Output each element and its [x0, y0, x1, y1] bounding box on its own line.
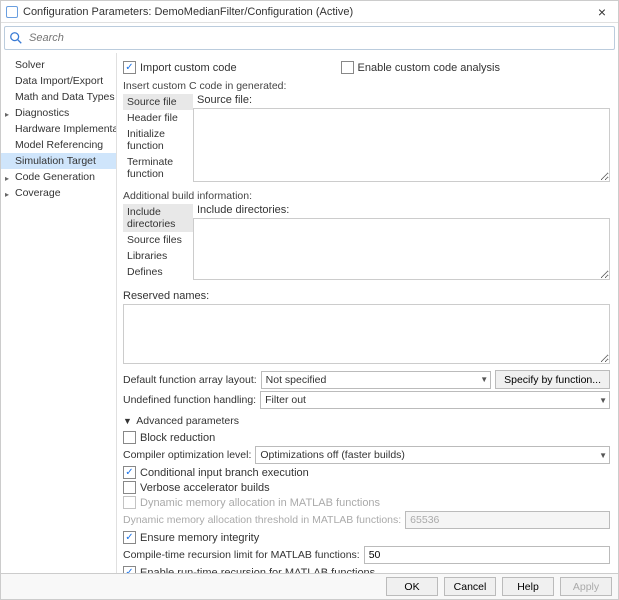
chevron-right-icon[interactable]: ▸	[5, 172, 9, 186]
nav-tree: Solver Data Import/Export Math and Data …	[1, 53, 117, 573]
help-button[interactable]: Help	[502, 577, 554, 596]
footer: OK Cancel Help Apply	[1, 573, 618, 599]
build-tabs: Include directories Source files Librari…	[123, 204, 193, 280]
nav-solver[interactable]: Solver	[1, 57, 116, 73]
default-fn-array-layout-label: Default function array layout:	[123, 374, 257, 386]
verbose-accel-checkbox[interactable]	[123, 481, 136, 494]
enable-runtime-recursion-checkbox[interactable]	[123, 566, 136, 573]
conditional-input-branch-checkbox[interactable]	[123, 466, 136, 479]
build-tab-source-files[interactable]: Source files	[123, 232, 193, 248]
chevron-down-icon: ▼	[599, 451, 607, 460]
nav-math-data-types[interactable]: Math and Data Types	[1, 89, 116, 105]
specify-by-function-button[interactable]: Specify by function...	[495, 370, 610, 389]
genc-tab-terminate-function[interactable]: Terminate function	[123, 154, 193, 182]
nav-hardware-impl[interactable]: Hardware Implementation	[1, 121, 116, 137]
chevron-down-icon: ▼	[123, 416, 132, 426]
cancel-button[interactable]: Cancel	[444, 577, 496, 596]
import-custom-code-label: Import custom code	[140, 62, 237, 74]
genc-source-file-textarea[interactable]	[193, 108, 610, 182]
insert-c-code-heading: Insert custom C code in generated:	[123, 80, 610, 92]
build-include-directories-textarea[interactable]	[193, 218, 610, 280]
build-heading: Additional build information:	[123, 190, 610, 202]
genc-field-label: Source file:	[197, 94, 610, 106]
dyn-mem-threshold-label: Dynamic memory allocation threshold in M…	[123, 514, 401, 526]
build-tab-libraries[interactable]: Libraries	[123, 248, 193, 264]
build-tab-defines[interactable]: Defines	[123, 264, 193, 280]
reserved-names-textarea[interactable]	[123, 304, 610, 364]
compiler-opt-select[interactable]: Optimizations off (faster builds)▼	[255, 446, 610, 464]
genc-tabs: Source file Header file Initialize funct…	[123, 94, 193, 182]
nav-code-generation[interactable]: ▸Code Generation	[1, 169, 116, 185]
genc-tab-source-file[interactable]: Source file	[123, 94, 193, 110]
chevron-down-icon: ▼	[599, 396, 607, 405]
default-fn-array-layout-select[interactable]: Not specified▼	[261, 371, 491, 389]
ensure-mem-integrity-checkbox[interactable]	[123, 531, 136, 544]
nav-data-import-export[interactable]: Data Import/Export	[1, 73, 116, 89]
conditional-input-branch-label: Conditional input branch execution	[140, 467, 309, 479]
compiler-opt-label: Compiler optimization level:	[123, 449, 251, 461]
build-tab-include-directories[interactable]: Include directories	[123, 204, 193, 232]
nav-simulation-target[interactable]: Simulation Target	[1, 153, 116, 169]
compile-time-recursion-input[interactable]	[364, 546, 610, 564]
ok-button[interactable]: OK	[386, 577, 438, 596]
import-custom-code-checkbox[interactable]	[123, 61, 136, 74]
block-reduction-checkbox[interactable]	[123, 431, 136, 444]
block-reduction-label: Block reduction	[140, 432, 215, 444]
reserved-names-label: Reserved names:	[123, 290, 209, 302]
enable-custom-code-analysis-checkbox[interactable]	[341, 61, 354, 74]
titlebar[interactable]: Configuration Parameters: DemoMedianFilt…	[1, 1, 618, 23]
close-icon[interactable]: ×	[590, 3, 614, 21]
apply-button[interactable]: Apply	[560, 577, 612, 596]
chevron-right-icon[interactable]: ▸	[5, 108, 9, 122]
content-pane: Import custom code Enable custom code an…	[117, 53, 618, 573]
search-icon	[9, 31, 23, 45]
window-title: Configuration Parameters: DemoMedianFilt…	[23, 6, 590, 18]
advanced-parameters-toggle[interactable]: ▼ Advanced parameters	[123, 415, 610, 427]
chevron-down-icon: ▼	[480, 375, 488, 384]
undefined-fn-handling-label: Undefined function handling:	[123, 394, 256, 406]
search-input[interactable]	[27, 31, 610, 45]
dyn-mem-threshold-input	[405, 511, 610, 529]
build-field-label: Include directories:	[197, 204, 610, 216]
nav-diagnostics[interactable]: ▸Diagnostics	[1, 105, 116, 121]
genc-tab-initialize-function[interactable]: Initialize function	[123, 126, 193, 154]
undefined-fn-handling-select[interactable]: Filter out▼	[260, 391, 610, 409]
nav-coverage[interactable]: ▸Coverage	[1, 185, 116, 201]
ensure-mem-integrity-label: Ensure memory integrity	[140, 532, 259, 544]
chevron-right-icon[interactable]: ▸	[5, 188, 9, 202]
app-icon	[5, 5, 19, 19]
search-container[interactable]	[4, 26, 615, 50]
verbose-accel-label: Verbose accelerator builds	[140, 482, 270, 494]
compile-time-recursion-label: Compile-time recursion limit for MATLAB …	[123, 549, 360, 561]
nav-model-referencing[interactable]: Model Referencing	[1, 137, 116, 153]
genc-tab-header-file[interactable]: Header file	[123, 110, 193, 126]
dyn-mem-matlab-checkbox	[123, 496, 136, 509]
dyn-mem-matlab-label: Dynamic memory allocation in MATLAB func…	[140, 497, 380, 509]
enable-custom-code-analysis-label: Enable custom code analysis	[358, 62, 500, 74]
